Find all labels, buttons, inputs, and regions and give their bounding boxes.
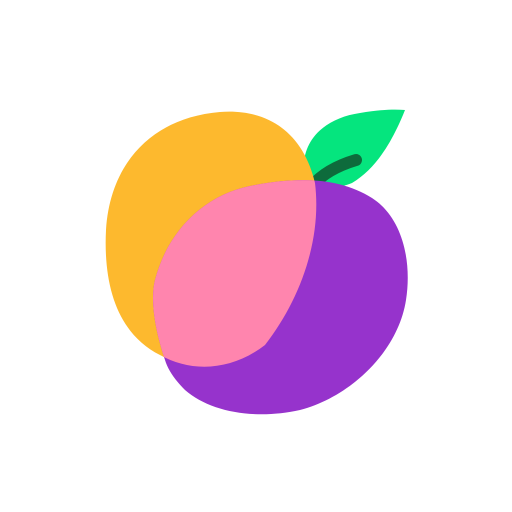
fruit-logo-icon xyxy=(105,109,408,415)
app-icon-canvas xyxy=(0,0,512,512)
